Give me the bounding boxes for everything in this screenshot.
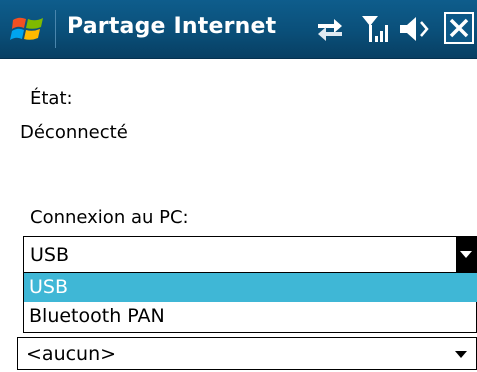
app-title: Partage Internet bbox=[67, 14, 277, 39]
pc-connection-selected-value: USB bbox=[30, 244, 70, 266]
status-value: Déconnecté bbox=[20, 122, 128, 143]
pc-connection-select[interactable]: USB bbox=[23, 236, 477, 273]
volume-icon[interactable] bbox=[398, 14, 432, 44]
network-connection-selected-value: <aucun> bbox=[26, 343, 117, 365]
close-button[interactable] bbox=[444, 12, 474, 44]
pc-connection-dropdown: USB Bluetooth PAN bbox=[23, 273, 477, 333]
option-label: Bluetooth PAN bbox=[29, 305, 165, 327]
signal-icon[interactable] bbox=[360, 14, 390, 44]
close-icon bbox=[449, 18, 469, 38]
chevron-down-icon[interactable] bbox=[455, 351, 467, 358]
windows-start-icon[interactable] bbox=[10, 11, 46, 47]
chevron-down-icon[interactable] bbox=[456, 237, 476, 272]
status-label: État: bbox=[30, 88, 73, 109]
pc-connection-label: Connexion au PC: bbox=[30, 207, 189, 228]
option-label: USB bbox=[29, 276, 69, 298]
title-separator bbox=[55, 10, 56, 48]
connectivity-icon[interactable] bbox=[314, 14, 346, 42]
dropdown-option-bluetooth-pan[interactable]: Bluetooth PAN bbox=[24, 302, 477, 331]
dropdown-option-usb[interactable]: USB bbox=[24, 273, 477, 302]
network-connection-select[interactable]: <aucun> bbox=[17, 337, 477, 370]
title-bar: Partage Internet bbox=[0, 0, 477, 59]
